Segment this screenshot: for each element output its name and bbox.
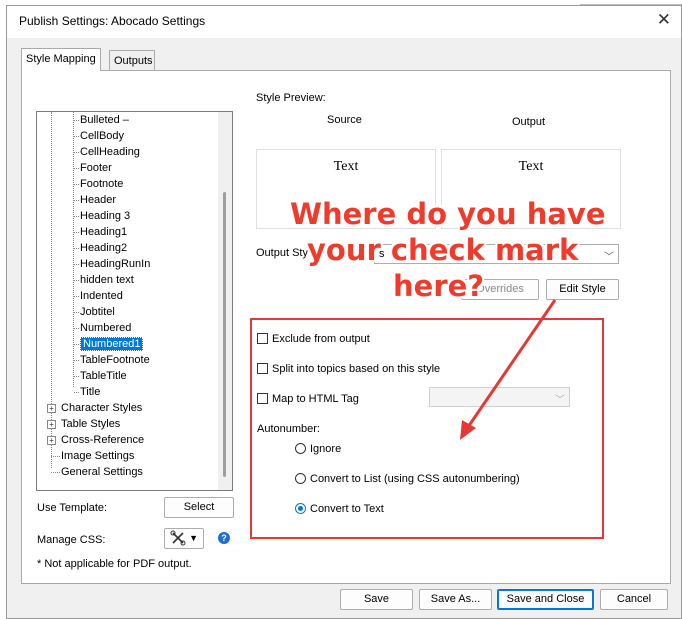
tab-style-mapping[interactable]: Style Mapping (21, 48, 101, 71)
annotation-arrow (460, 299, 557, 440)
annotation-line-3: here? (393, 269, 485, 303)
annotation-line-1: Where do you have (290, 197, 606, 231)
annotation-line-2: your check mark (307, 233, 579, 267)
